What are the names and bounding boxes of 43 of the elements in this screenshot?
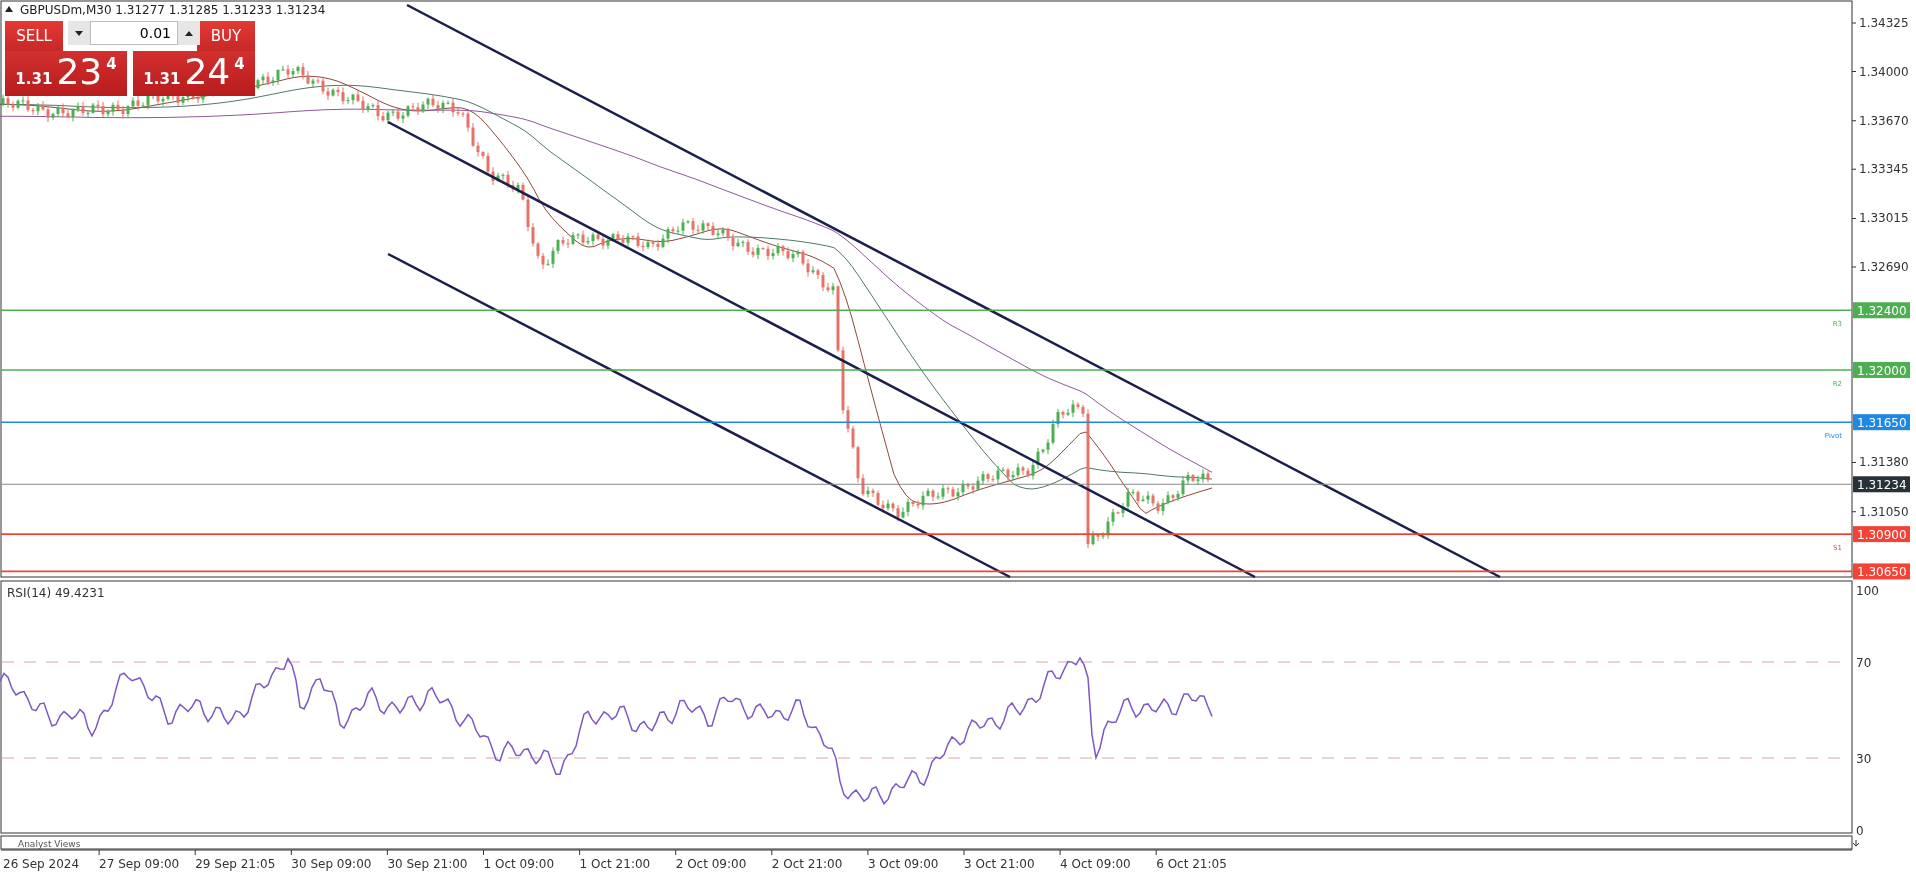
time-axis-label: 29 Sep 21:05 — [195, 857, 276, 871]
rsi-axis-label: 30 — [1856, 752, 1872, 766]
time-axis-label: 6 Oct 21:05 — [1156, 857, 1227, 871]
lot-size-field[interactable]: 0.01 — [90, 21, 178, 45]
buy-button[interactable]: BUY — [197, 21, 255, 51]
time-axis-label: 26 Sep 2024 — [3, 857, 80, 871]
price-axis-label: 1.31050 — [1859, 504, 1909, 519]
time-axis-label: 2 Oct 21:00 — [771, 857, 843, 871]
price-axis-label: 1.32690 — [1859, 260, 1909, 274]
time-axis-label: 1 Oct 21:00 — [579, 857, 651, 871]
price-tag: 1.31234 — [1853, 476, 1910, 493]
time-axis-label: 2 Oct 09:00 — [675, 857, 747, 871]
time-axis-label: 30 Sep 21:00 — [387, 857, 468, 871]
time-axis-label: 4 Oct 09:00 — [1060, 857, 1131, 871]
indicator-title: RSI(14) 49.4231 — [7, 586, 105, 600]
decrease-button[interactable] — [68, 21, 90, 45]
arrow-icon[interactable] — [1852, 839, 1860, 847]
rsi-axis-label: 0 — [1856, 824, 1864, 838]
panel-title: Analyst Views — [18, 839, 81, 849]
time-axis-label: 1 Oct 09:00 — [483, 857, 555, 871]
price-tag: 1.32000 — [1853, 361, 1910, 378]
price-tag: 1.31650 — [1853, 414, 1910, 431]
time-axis-label: 3 Oct 09:00 — [867, 857, 939, 871]
collapse-icon[interactable] — [5, 6, 13, 12]
chart-header: GBPUSDm,M30 1.31277 1.31285 1.31233 1.31234 — [20, 3, 326, 17]
price-tag: 1.30650 — [1853, 563, 1910, 580]
price-axis-label: 1.31380 — [1859, 455, 1909, 470]
time-axis-label: 30 Sep 09:00 — [291, 857, 372, 871]
price-axis-label: 1.34325 — [1859, 16, 1909, 30]
caret-down-icon — [75, 30, 83, 36]
price-axis-label: 1.33670 — [1859, 113, 1909, 128]
rsi-axis-label: 100 — [1856, 584, 1879, 598]
time-axis-label: 3 Oct 21:00 — [964, 857, 1035, 871]
price-axis-label: 1.33015 — [1859, 211, 1909, 226]
price-axis-label: 1.34000 — [1859, 64, 1909, 79]
increase-button[interactable] — [178, 21, 200, 45]
rsi-axis-label: 70 — [1856, 656, 1872, 670]
price-tag: 1.32400 — [1853, 302, 1910, 319]
caret-up-icon — [185, 30, 193, 36]
price-axis-label: 1.33345 — [1859, 162, 1909, 177]
sell-button[interactable]: SELL — [5, 21, 63, 51]
time-axis-label: 27 Sep 09:00 — [99, 857, 180, 871]
price-tag: 1.30900 — [1853, 526, 1910, 543]
